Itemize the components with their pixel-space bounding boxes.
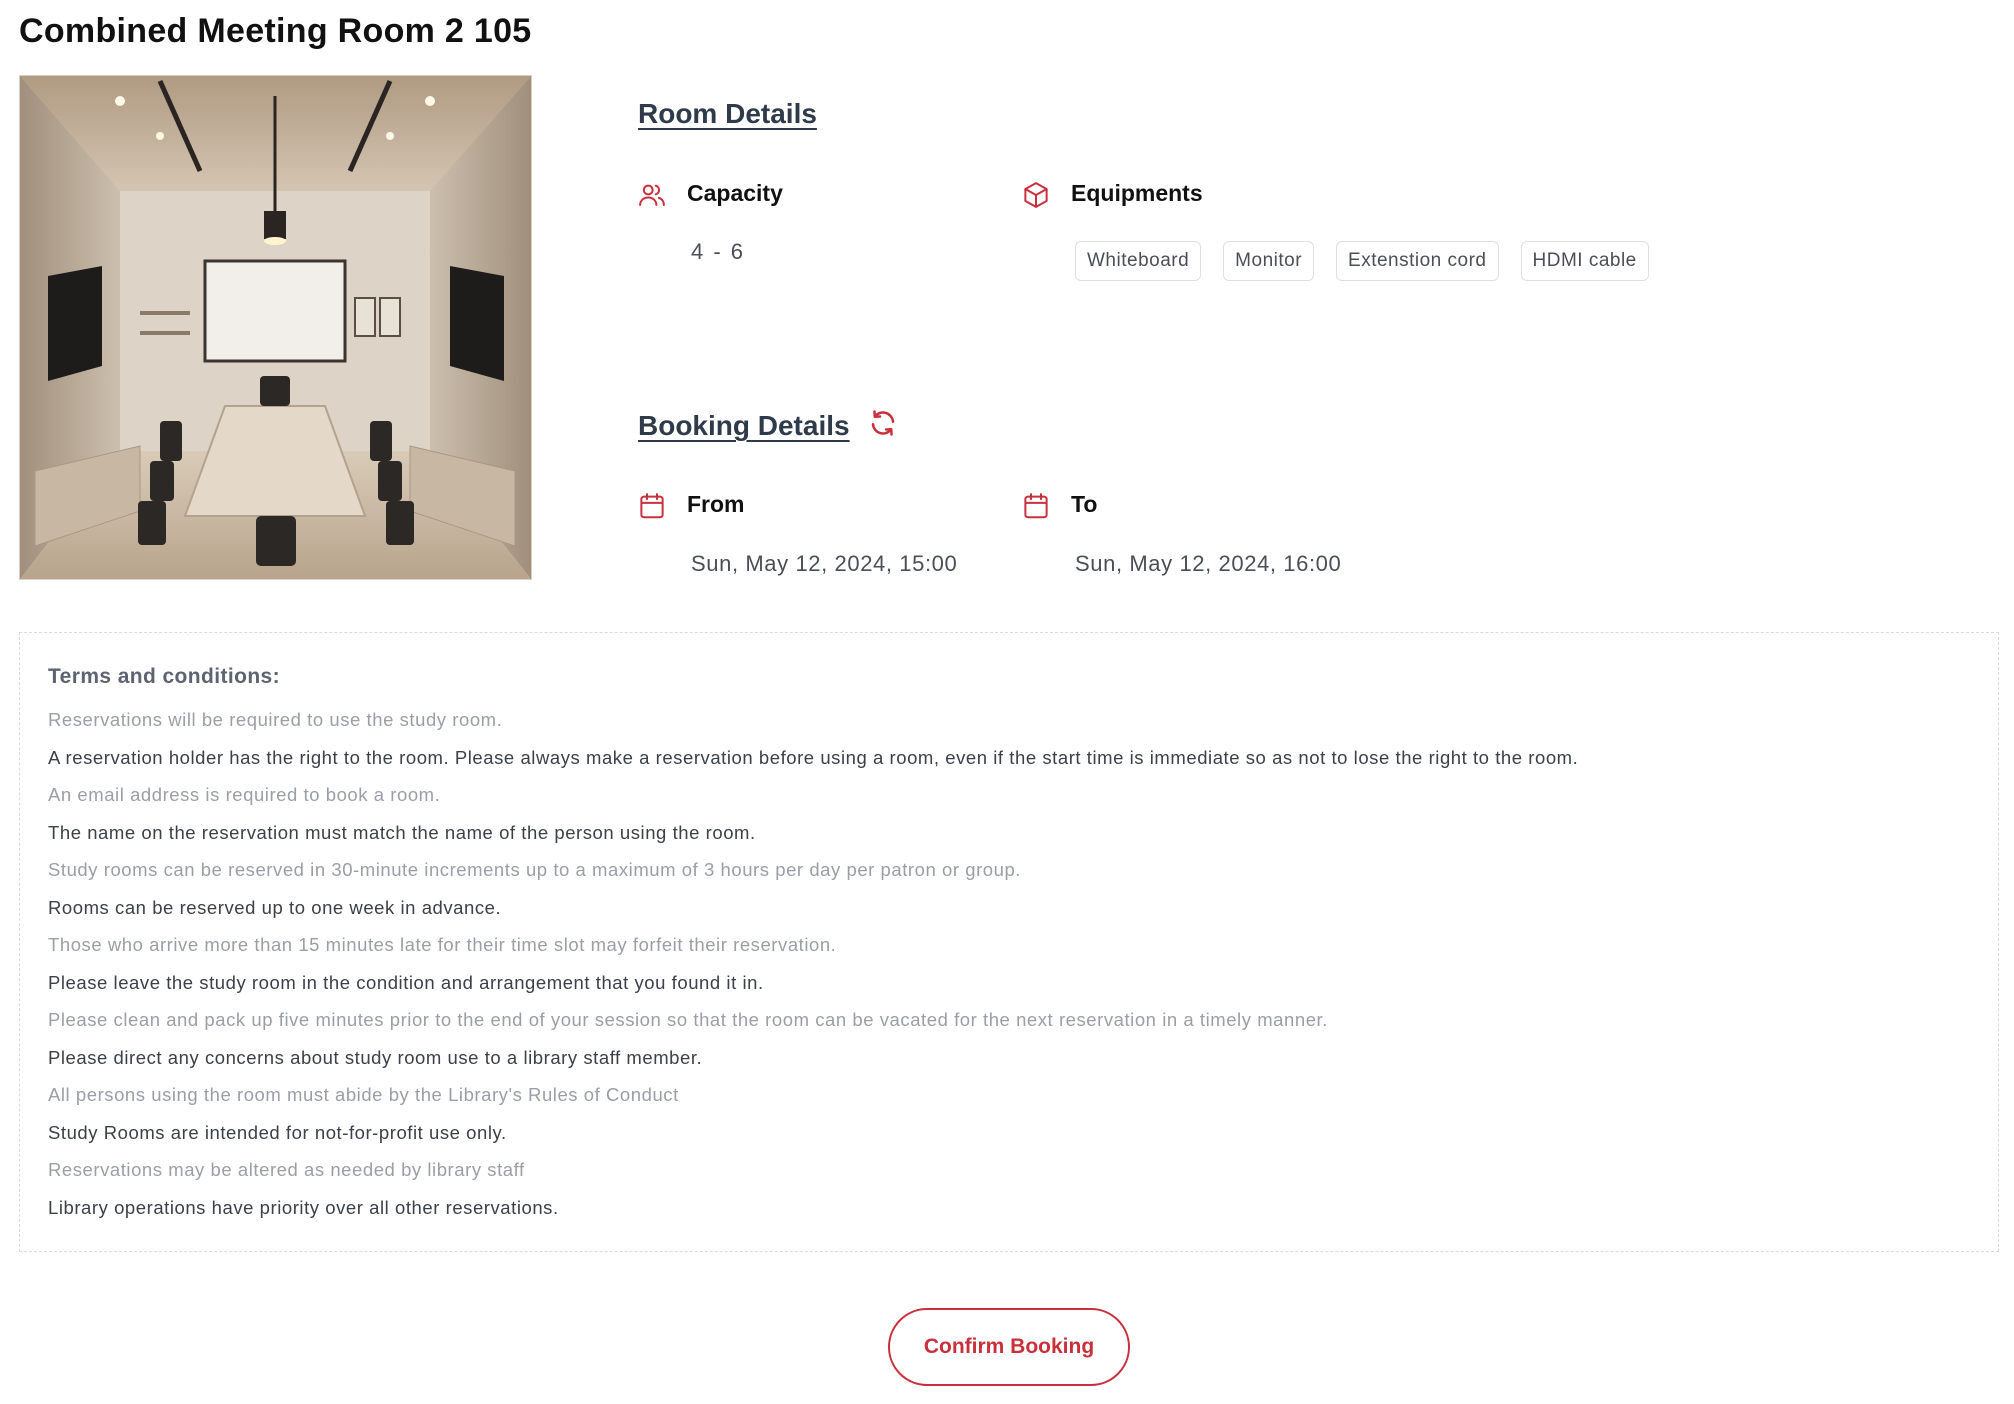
terms-item: Library operations have priority over al… xyxy=(48,1196,559,1218)
terms-item: An email address is required to book a r… xyxy=(48,784,441,805)
calendar-icon xyxy=(637,491,667,521)
equipment-tag: Extenstion cord xyxy=(1336,241,1499,281)
box-icon xyxy=(1021,180,1051,210)
users-icon xyxy=(637,180,667,210)
capacity-label: Capacity xyxy=(687,180,783,206)
refresh-icon[interactable] xyxy=(868,408,898,438)
calendar-icon xyxy=(1021,491,1051,521)
terms-item: Please leave the study room in the condi… xyxy=(48,971,764,993)
terms-panel: Terms and conditions: Reservations will … xyxy=(19,632,1999,1252)
terms-item: Study Rooms are intended for not-for-pro… xyxy=(48,1121,507,1143)
terms-item: All persons using the room must abide by… xyxy=(48,1084,679,1105)
from-value: Sun, May 12, 2024, 15:00 xyxy=(691,551,958,576)
equipment-tag: Monitor xyxy=(1223,241,1315,281)
equipment-tag: HDMI cable xyxy=(1520,241,1649,281)
booking-details-heading: Booking Details xyxy=(638,410,850,441)
terms-item: Reservations may be altered as needed by… xyxy=(48,1159,525,1180)
terms-item: Please clean and pack up five minutes pr… xyxy=(48,1009,1328,1030)
terms-item: The name on the reservation must match t… xyxy=(48,821,756,843)
page-title: Combined Meeting Room 2 105 xyxy=(19,12,532,50)
equipment-tag: Whiteboard xyxy=(1075,241,1202,281)
terms-item: Rooms can be reserved up to one week in … xyxy=(48,896,502,918)
capacity-value: 4 - 6 xyxy=(691,239,746,264)
terms-item: Please direct any concerns about study r… xyxy=(48,1046,703,1068)
terms-item: A reservation holder has the right to th… xyxy=(48,746,1579,768)
terms-item: Those who arrive more than 15 minutes la… xyxy=(48,934,837,955)
terms-title: Terms and conditions: xyxy=(48,665,281,688)
from-label: From xyxy=(687,491,745,517)
to-value: Sun, May 12, 2024, 16:00 xyxy=(1075,551,1342,576)
terms-item: Study rooms can be reserved in 30-minute… xyxy=(48,859,1021,880)
equipment-tags: Whiteboard Monitor Extenstion cord HDMI … xyxy=(1075,241,1649,281)
room-details-heading: Room Details xyxy=(638,98,817,129)
equipments-label: Equipments xyxy=(1071,180,1203,206)
confirm-booking-button[interactable]: Confirm Booking xyxy=(888,1308,1130,1386)
room-photo xyxy=(19,75,532,580)
booking-page: Combined Meeting Room 2 105 Room Details… xyxy=(0,0,2014,1404)
terms-item: Reservations will be required to use the… xyxy=(48,709,503,730)
terms-list: Reservations will be required to use the… xyxy=(48,701,1970,1226)
to-label: To xyxy=(1071,491,1098,517)
